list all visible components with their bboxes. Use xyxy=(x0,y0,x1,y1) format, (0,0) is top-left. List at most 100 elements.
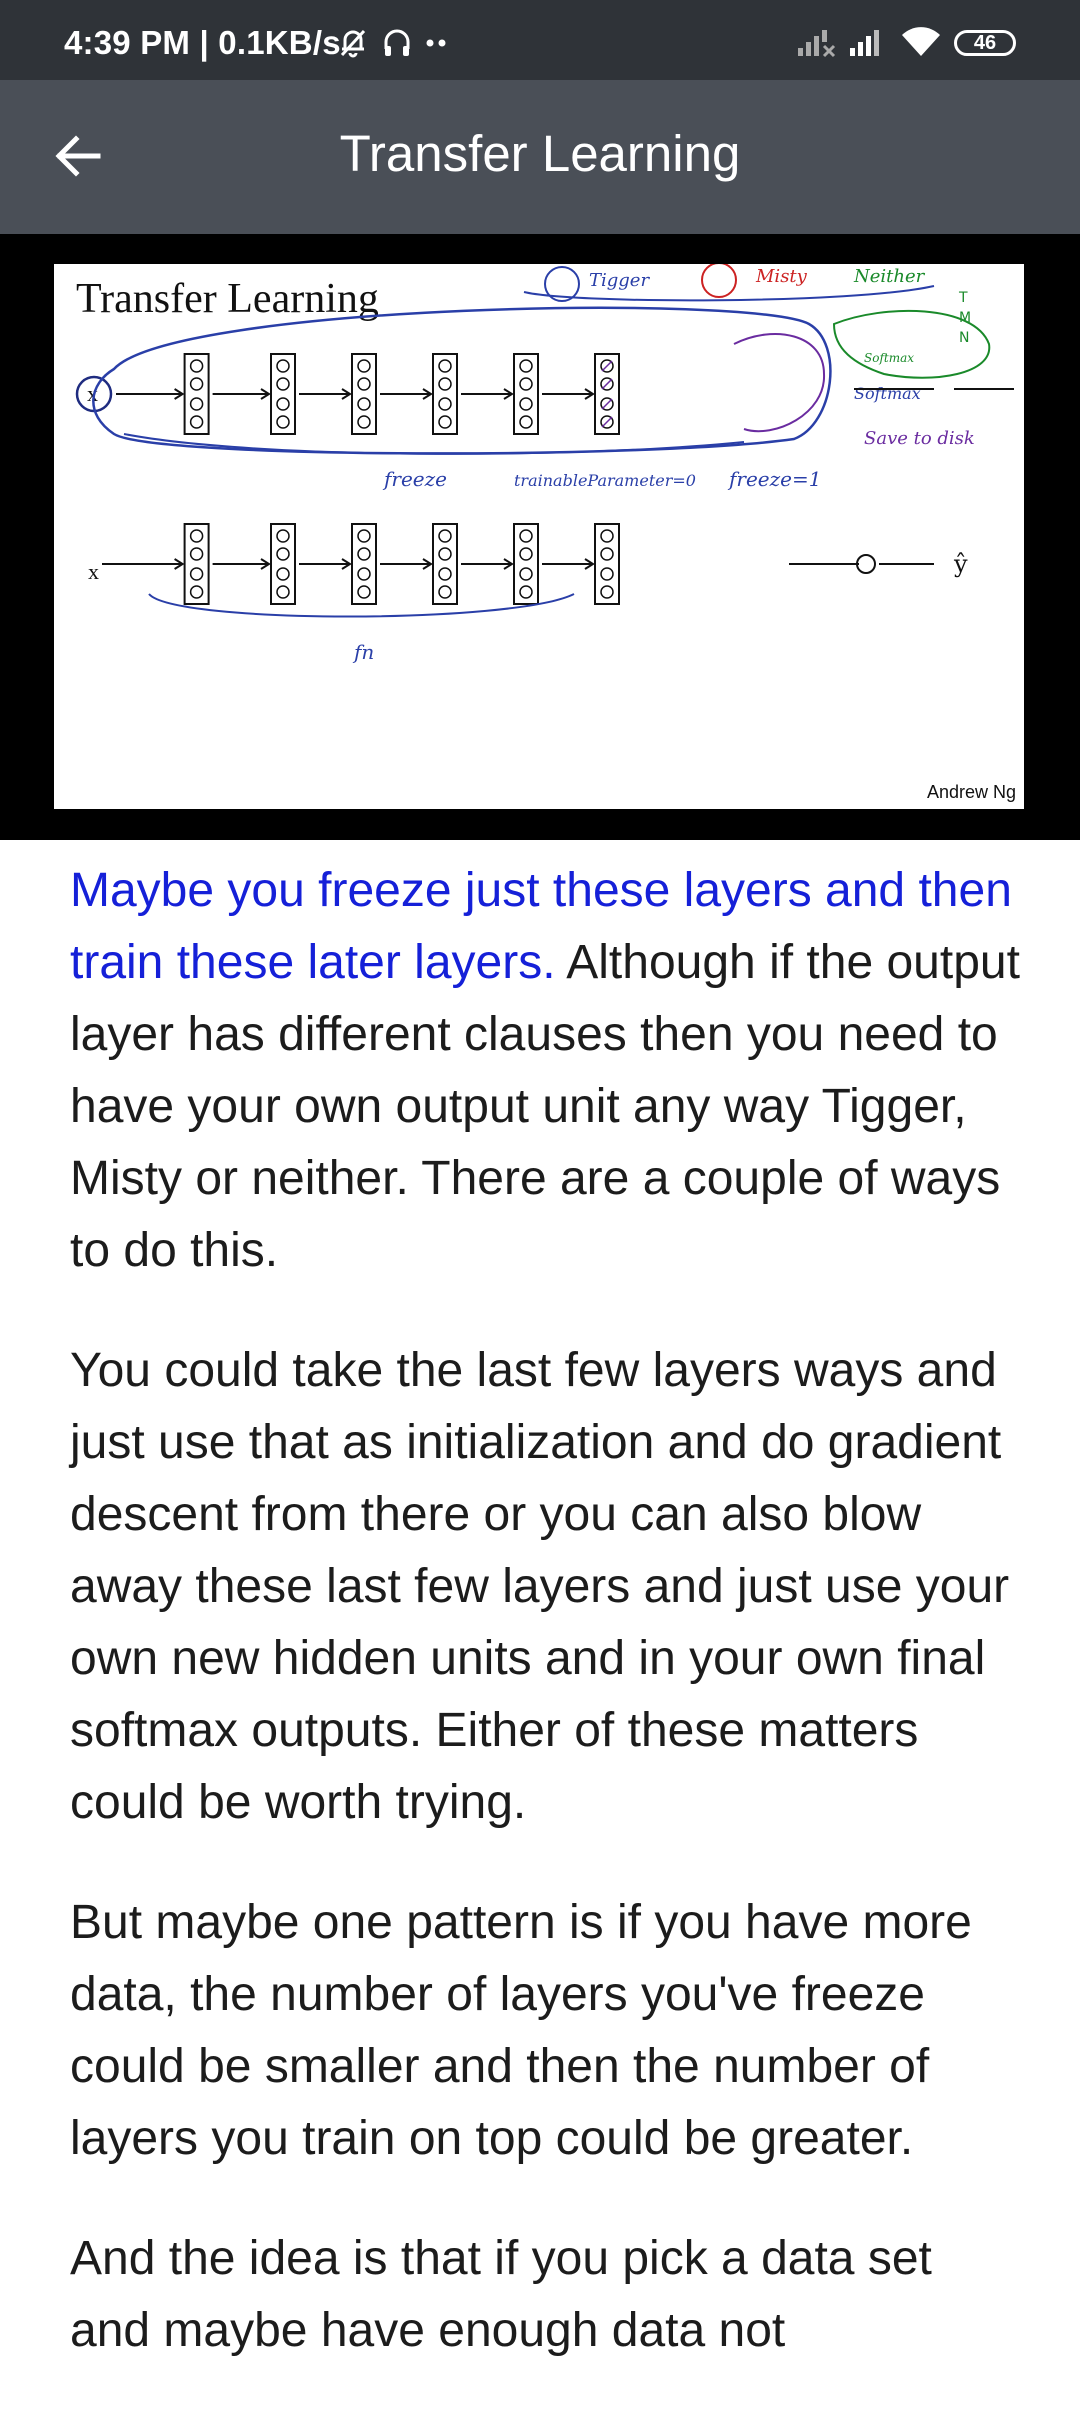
hidden-unit xyxy=(357,359,371,373)
hidden-unit xyxy=(276,529,290,543)
hidden-layer xyxy=(351,523,377,605)
hidden-layer xyxy=(432,353,458,435)
hidden-layer xyxy=(183,353,210,435)
slide-title: Transfer Learning xyxy=(76,276,379,322)
new-layer-loop xyxy=(733,333,826,433)
signal-icon xyxy=(848,24,888,63)
annotation-save-to-disk: Save to disk xyxy=(864,428,975,449)
hidden-unit xyxy=(189,397,204,411)
app-bar: Transfer Learning xyxy=(0,80,1080,234)
annotation-fn: fn xyxy=(352,640,374,664)
hidden-unit xyxy=(519,397,533,411)
hidden-unit xyxy=(357,415,371,429)
paragraph-3: But maybe one pattern is if you have mor… xyxy=(70,1896,972,2165)
hidden-unit xyxy=(189,529,204,543)
hidden-unit xyxy=(519,567,533,581)
hidden-unit xyxy=(600,547,614,561)
hidden-layer xyxy=(513,523,539,605)
more-dots-icon xyxy=(424,25,450,64)
freeze-loop xyxy=(92,306,832,455)
status-icons-right: 46 xyxy=(796,24,1016,62)
muted-bell-icon xyxy=(336,25,370,64)
hidden-unit xyxy=(357,567,371,581)
hidden-unit xyxy=(276,585,290,599)
slide-credit: Andrew Ng xyxy=(926,782,1016,802)
hidden-unit xyxy=(438,529,452,543)
hidden-unit xyxy=(276,397,290,411)
hidden-unit xyxy=(189,547,204,561)
hidden-unit xyxy=(438,567,452,581)
hidden-unit xyxy=(519,547,533,561)
lecture-slide: Transfer Learning x x freeze trainablePa… xyxy=(54,264,1024,809)
hidden-unit xyxy=(189,585,204,599)
layer-arrow xyxy=(299,558,352,570)
hidden-unit xyxy=(438,585,452,599)
hidden-unit xyxy=(438,359,452,373)
hidden-unit xyxy=(519,415,533,429)
network-bottom xyxy=(102,523,620,605)
hidden-layer xyxy=(183,523,210,605)
hidden-unit xyxy=(600,529,614,543)
hidden-layer xyxy=(270,523,296,605)
hidden-unit xyxy=(276,567,290,581)
layer-arrow xyxy=(102,558,185,570)
hidden-unit xyxy=(438,415,452,429)
hidden-unit xyxy=(276,415,290,429)
hidden-unit xyxy=(276,377,290,391)
hidden-unit xyxy=(519,377,533,391)
slide-diagram: Transfer Learning x x freeze trainablePa… xyxy=(75,264,1014,664)
annotation-freeze-1: freeze=1 xyxy=(727,467,822,491)
hidden-unit xyxy=(519,529,533,543)
status-bar: 4:39 PM | 0.1KB/s 46 xyxy=(0,0,1080,80)
hidden-unit xyxy=(438,547,452,561)
layer-arrow xyxy=(461,558,514,570)
annotation-freeze: freeze xyxy=(382,467,447,491)
signal-x-icon xyxy=(796,24,836,63)
battery-icon: 46 xyxy=(954,30,1016,56)
hidden-unit xyxy=(600,585,614,599)
annotation-neither: Neither xyxy=(853,266,926,287)
layer-arrow xyxy=(212,388,271,400)
hidden-unit xyxy=(519,359,533,373)
status-time: 4:39 PM | 0.1KB/s xyxy=(64,24,341,61)
hidden-unit xyxy=(519,585,533,599)
annotation-tigger: Tigger xyxy=(589,270,650,291)
hidden-unit xyxy=(189,567,204,581)
misty-face xyxy=(701,264,737,298)
hidden-unit xyxy=(189,415,204,429)
paragraph-1: Maybe you freeze just these layers and t… xyxy=(70,855,1020,1287)
status-icons-left xyxy=(336,26,450,62)
hidden-unit xyxy=(276,359,290,373)
paragraph-2: You could take the last few layers ways … xyxy=(70,1344,1010,1829)
input-label-bottom: x xyxy=(88,559,99,584)
hidden-unit xyxy=(357,547,371,561)
headphones-icon xyxy=(380,25,414,64)
hidden-unit xyxy=(357,377,371,391)
hidden-layer xyxy=(513,353,539,435)
hidden-unit xyxy=(189,377,204,391)
layer-arrow xyxy=(542,388,595,400)
lecture-slide-container: Transfer Learning x x freeze trainablePa… xyxy=(0,234,1080,840)
hatch-mark xyxy=(601,416,613,428)
annotation-t: T xyxy=(958,290,968,306)
hatch-mark xyxy=(601,398,613,410)
hidden-unit xyxy=(357,585,371,599)
output-unit xyxy=(856,554,876,574)
output-label: ŷ xyxy=(953,550,968,578)
layer-arrow xyxy=(380,388,433,400)
hidden-unit xyxy=(438,397,452,411)
layer-arrow xyxy=(116,388,185,400)
layer-arrow xyxy=(212,558,271,570)
hidden-unit xyxy=(438,377,452,391)
layer-arrow xyxy=(542,558,595,570)
hidden-unit xyxy=(276,547,290,561)
hidden-layer xyxy=(594,523,620,605)
hidden-layer xyxy=(351,353,377,435)
hatch-mark xyxy=(601,360,613,372)
hidden-unit xyxy=(357,529,371,543)
wifi-icon xyxy=(900,24,942,63)
annotation-softmax: Softmax xyxy=(854,384,921,403)
battery-level: 46 xyxy=(973,31,997,54)
freeze-brace xyxy=(123,433,745,455)
annotation-m: M xyxy=(959,310,971,326)
